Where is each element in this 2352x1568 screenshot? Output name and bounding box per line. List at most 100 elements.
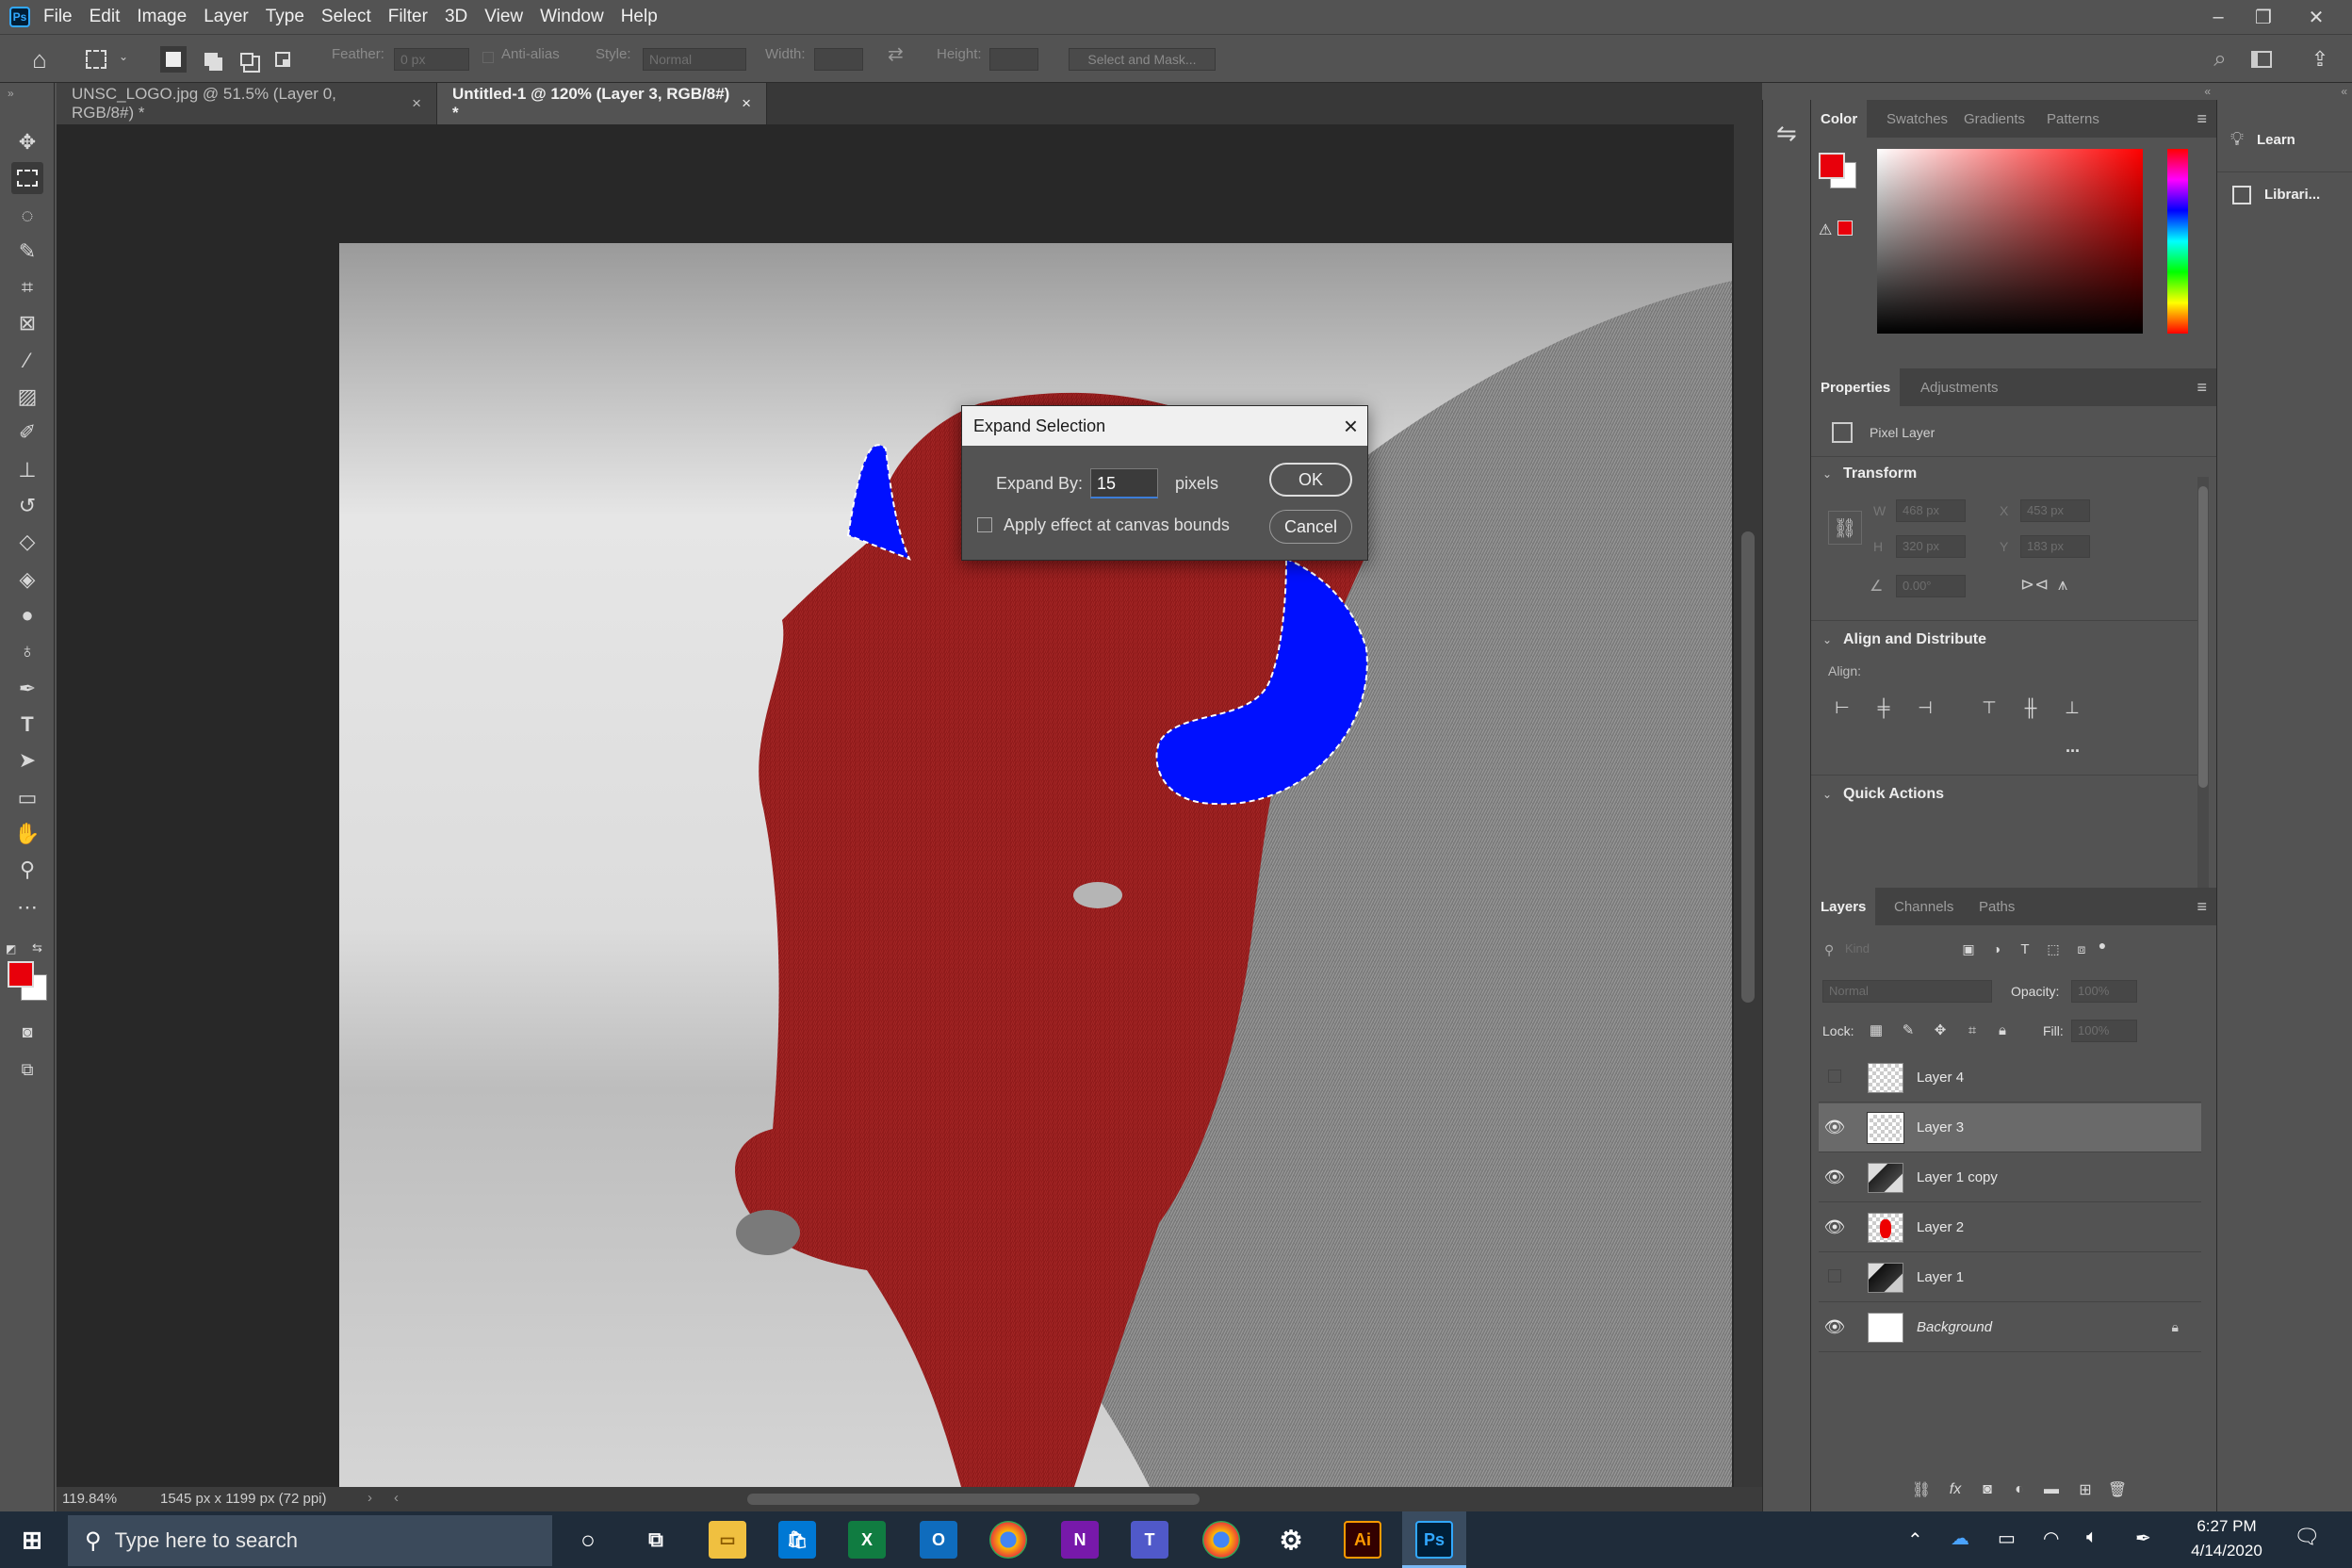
chrome-icon[interactable]: [989, 1521, 1027, 1559]
home-icon[interactable]: ⌂: [26, 45, 53, 74]
link-icon[interactable]: ⛓: [1828, 511, 1862, 545]
lock-artboard-icon[interactable]: ⌗: [1960, 1018, 1984, 1042]
eye-icon[interactable]: 👁︎: [1819, 1217, 1851, 1237]
filter-shape-icon[interactable]: ⬚: [2041, 937, 2066, 961]
close-icon[interactable]: ×: [742, 94, 751, 113]
eye-icon[interactable]: 👁︎: [1819, 1317, 1851, 1337]
fx-icon[interactable]: fx: [1943, 1478, 1968, 1502]
align-left-edges-icon[interactable]: ⊢: [1830, 695, 1854, 720]
chevron-right-icon[interactable]: ›: [368, 1490, 372, 1506]
clock[interactable]: 6:27 PM 4/14/2020: [2184, 1517, 2269, 1560]
align-vertical-centers-icon[interactable]: ╫: [2018, 695, 2043, 720]
frame-tool-icon[interactable]: ⊠: [11, 307, 43, 339]
share-icon[interactable]: ⇪: [2307, 46, 2333, 73]
menu-file[interactable]: File: [43, 7, 73, 27]
link-layers-icon[interactable]: ⛓: [1909, 1478, 1934, 1502]
excel-icon[interactable]: X: [848, 1521, 886, 1559]
brush-tool-icon[interactable]: ✐: [11, 416, 43, 449]
gamut-color-chip[interactable]: [1838, 220, 1853, 236]
chevron-up-icon[interactable]: ⌃: [1907, 1528, 1923, 1552]
align-distribute-heading[interactable]: Align and Distribute: [1843, 631, 1986, 648]
visibility-toggle[interactable]: [1819, 1267, 1851, 1287]
layer-row[interactable]: 👁︎ Layer 3: [1819, 1103, 2201, 1152]
blur-tool-icon[interactable]: ●: [11, 599, 43, 631]
close-window-icon[interactable]: ✕: [2294, 0, 2339, 34]
chevron-down-icon[interactable]: ⌄: [1822, 467, 1832, 481]
settings-gear-icon[interactable]: ⚙: [1272, 1521, 1310, 1559]
eye-icon[interactable]: 👁︎: [1819, 1118, 1851, 1137]
pen-tool-icon[interactable]: ✒: [11, 673, 43, 705]
menu-view[interactable]: View: [484, 7, 523, 27]
antialias-checkbox[interactable]: [482, 52, 494, 63]
more-tools-icon[interactable]: ⋯: [11, 891, 43, 923]
align-right-edges-icon[interactable]: ⊣: [1913, 695, 1937, 720]
adjustment-layer-icon[interactable]: ◐: [2007, 1478, 2032, 1502]
chevron-down-icon[interactable]: ⌄: [1822, 633, 1832, 646]
y-field[interactable]: 183 px: [2020, 535, 2090, 558]
minimize-icon[interactable]: ‒: [2196, 0, 2241, 34]
menu-select[interactable]: Select: [321, 7, 371, 27]
properties-scrollbar[interactable]: [2197, 477, 2209, 890]
pen-icon[interactable]: ✒: [2135, 1527, 2151, 1550]
learn-button[interactable]: 💡︎ Learn: [2217, 117, 2352, 162]
move-tool-icon[interactable]: ✥: [11, 126, 43, 158]
color-field[interactable]: [1877, 149, 2143, 334]
tab-swatches[interactable]: Swatches: [1886, 100, 1948, 138]
layer-name[interactable]: Layer 2: [1917, 1219, 1964, 1235]
type-tool-icon[interactable]: T: [11, 709, 43, 741]
tab-paths[interactable]: Paths: [1979, 888, 2015, 925]
new-group-icon[interactable]: ▬: [2039, 1478, 2064, 1502]
canvas-bounds-checkbox[interactable]: [977, 517, 992, 532]
hue-slider[interactable]: [2167, 149, 2188, 334]
blend-mode-select[interactable]: Normal: [1822, 980, 1992, 1003]
opacity-input[interactable]: 100%: [2071, 980, 2137, 1003]
select-and-mask-button[interactable]: Select and Mask...: [1069, 48, 1216, 71]
menu-filter[interactable]: Filter: [388, 7, 428, 27]
flip-vertical-icon[interactable]: ⩚: [2058, 575, 2067, 595]
layer-row[interactable]: 👁︎ Background 🔒︎: [1819, 1303, 2201, 1352]
height-input[interactable]: [989, 48, 1038, 71]
chevron-down-icon[interactable]: ⌄: [1822, 788, 1832, 801]
layer-row[interactable]: 👁︎ Layer 1 copy: [1819, 1153, 2201, 1202]
scroll-thumb[interactable]: [1741, 531, 1755, 1003]
zoom-tool-icon[interactable]: ⚲: [11, 854, 43, 886]
lock-image-icon[interactable]: ✎: [1896, 1018, 1920, 1042]
tab-properties[interactable]: Properties: [1811, 368, 1901, 406]
close-icon[interactable]: ×: [412, 94, 421, 113]
photoshop-taskbar-icon[interactable]: Ps: [1415, 1521, 1453, 1559]
eyedropper-tool-icon[interactable]: ⁄: [11, 345, 43, 377]
photoshop-logo-icon[interactable]: Ps: [9, 7, 30, 27]
layer-row[interactable]: Layer 4: [1819, 1054, 2201, 1102]
fg-color-chip[interactable]: [1819, 153, 1845, 179]
menu-3d[interactable]: 3D: [445, 7, 467, 27]
tab-color[interactable]: Color: [1811, 100, 1868, 138]
path-selection-tool-icon[interactable]: ➤: [11, 744, 43, 776]
hand-tool-icon[interactable]: ✋: [11, 818, 43, 850]
onedrive-icon[interactable]: ☁: [1951, 1527, 1969, 1550]
foreground-color-swatch[interactable]: [8, 961, 34, 988]
close-icon[interactable]: ×: [1344, 412, 1358, 441]
tab-unsc-logo[interactable]: UNSC_LOGO.jpg @ 51.5% (Layer 0, RGB/8#) …: [57, 83, 437, 124]
menu-image[interactable]: Image: [137, 7, 187, 27]
search-box[interactable]: ⚲ Type here to search: [68, 1515, 552, 1566]
layer-row[interactable]: 👁︎ Layer 2: [1819, 1203, 2201, 1252]
delete-layer-icon[interactable]: 🗑︎: [2105, 1478, 2130, 1502]
volume-icon[interactable]: 🔈︎: [2086, 1527, 2098, 1548]
store-icon[interactable]: 🛍︎: [778, 1521, 816, 1559]
tab-untitled-1[interactable]: Untitled-1 @ 120% (Layer 3, RGB/8#) * ×: [437, 83, 767, 124]
screen-mode-icon[interactable]: ⧉: [11, 1054, 43, 1086]
illustrator-icon[interactable]: Ai: [1344, 1521, 1381, 1559]
lock-icon[interactable]: 🔒︎: [2172, 1319, 2179, 1335]
width-input[interactable]: [814, 48, 863, 71]
kind-filter[interactable]: Kind: [1839, 939, 1966, 961]
filter-pixel-icon[interactable]: ▣: [1956, 937, 1981, 961]
quick-mask-icon[interactable]: ◙: [11, 1016, 43, 1048]
history-icon[interactable]: ⇋: [1776, 119, 1797, 148]
tab-layers[interactable]: Layers: [1811, 888, 1876, 925]
default-colors-icon[interactable]: ◩: [6, 942, 16, 956]
notifications-icon[interactable]: 🗨︎: [2294, 1525, 2320, 1549]
battery-icon[interactable]: ▭: [1998, 1527, 2016, 1550]
quick-selection-tool-icon[interactable]: ✎: [11, 236, 43, 268]
menu-window[interactable]: Window: [540, 7, 604, 27]
restore-icon[interactable]: ❐: [2241, 0, 2286, 34]
